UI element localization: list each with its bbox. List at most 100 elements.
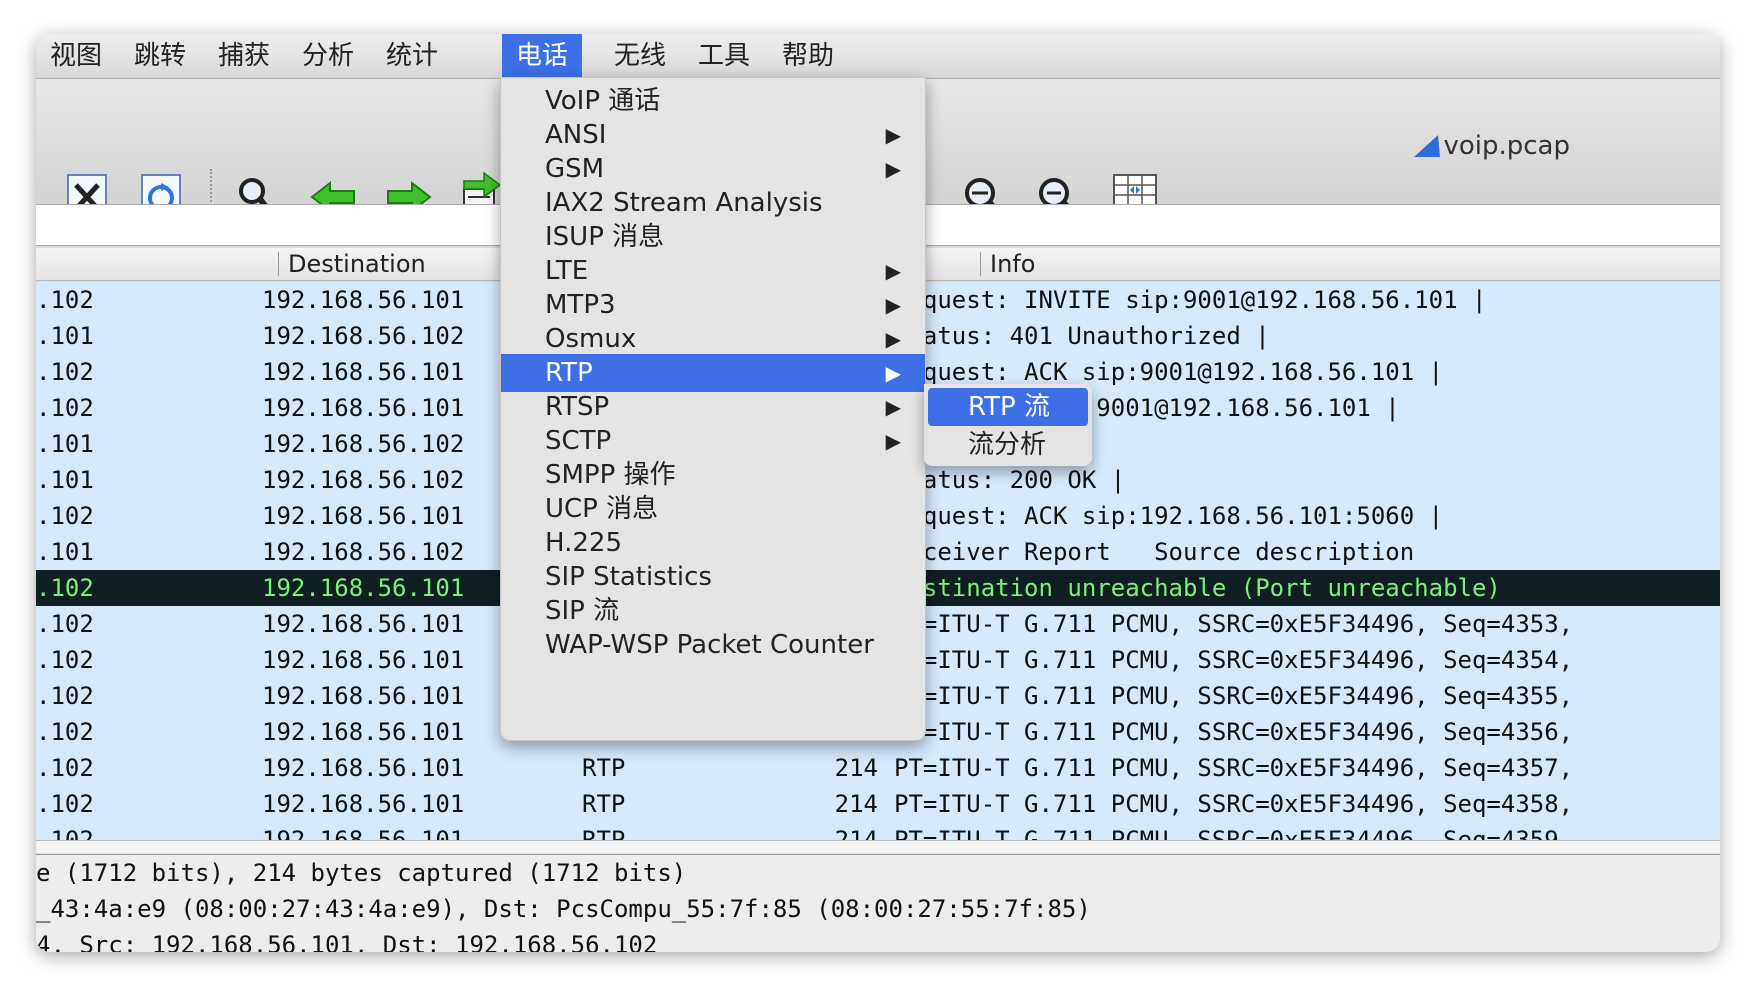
packet-destination: 192.168.56.101 <box>262 574 465 602</box>
packet-info: PT=ITU-T G.711 PCMU, SSRC=0xE5F34496, Se… <box>894 610 1574 638</box>
column-destination[interactable]: Destination <box>288 250 426 278</box>
rtp-streams-item[interactable]: RTP 流 <box>928 388 1088 426</box>
packet-info: Request: INVITE sip:9001@192.168.56.101 … <box>894 286 1487 314</box>
packet-length: 214 <box>834 790 878 818</box>
telephony-menu-item[interactable]: RTSP ▶ <box>501 388 925 426</box>
packet-destination: 192.168.56.101 <box>262 358 465 386</box>
stream-analysis-item[interactable]: 流分析 <box>928 426 1088 464</box>
menu-item-label: ANSI <box>545 120 607 150</box>
packet-info: Request: ACK sip:9001@192.168.56.101 | <box>894 358 1444 386</box>
packet-source: .101 <box>36 430 94 458</box>
menu-item-label: MTP3 <box>545 290 616 320</box>
column-info[interactable]: Info <box>990 250 1035 278</box>
telephony-menu-item[interactable]: SCTP ▶ <box>501 422 925 460</box>
menu-item-label: SIP Statistics <box>545 562 712 592</box>
menu-item-label: WAP-WSP Packet Counter <box>545 630 874 660</box>
packet-source: .102 <box>36 646 94 674</box>
packet-destination: 192.168.56.102 <box>262 430 465 458</box>
menu-item-label: RTSP <box>545 392 610 422</box>
wireshark-fin-icon <box>1414 135 1440 157</box>
submenu-arrow-icon: ▶ <box>885 123 901 147</box>
menu-item-label: SMPP 操作 <box>545 460 676 490</box>
submenu-arrow-icon: ▶ <box>885 429 901 453</box>
telephony-menu-item[interactable]: H.225 <box>501 524 925 562</box>
menu-capture[interactable]: 捕获 <box>204 34 284 78</box>
packet-info: Receiver Report Source description <box>894 538 1415 566</box>
menu-item-label: GSM <box>545 154 605 184</box>
menu-tools[interactable]: 工具 <box>684 34 764 78</box>
packet-source: .102 <box>36 718 94 746</box>
packet-details-pane: e (1712 bits), 214 bytes captured (1712 … <box>36 854 1720 952</box>
telephony-menu-item[interactable]: MTP3 ▶ <box>501 286 925 324</box>
submenu-arrow-icon: ▶ <box>885 361 901 385</box>
packet-destination: 192.168.56.101 <box>262 790 465 818</box>
menu-view[interactable]: 视图 <box>36 34 116 78</box>
telephony-menu-item[interactable]: SMPP 操作 <box>501 456 925 494</box>
packet-source: .102 <box>36 790 94 818</box>
packet-source: .102 <box>36 754 94 782</box>
menu-help[interactable]: 帮助 <box>768 34 848 78</box>
submenu-arrow-icon: ▶ <box>885 293 901 317</box>
menu-analyze[interactable]: 分析 <box>288 34 368 78</box>
packet-source: .101 <box>36 322 94 350</box>
packet-destination: 192.168.56.101 <box>262 754 465 782</box>
packet-info: PT=ITU-T G.711 PCMU, SSRC=0xE5F34496, Se… <box>894 790 1574 818</box>
packet-destination: 192.168.56.101 <box>262 682 465 710</box>
telephony-menu: VoIP 通话 ANSI ▶ GSM ▶ IAX2 Stream Analysis ISUP… <box>500 77 926 741</box>
packet-info: Request: ACK sip:192.168.56.101:5060 | <box>894 502 1444 530</box>
horizontal-scrollbar[interactable] <box>36 840 1720 853</box>
packet-info: Destination unreachable (Port unreachabl… <box>894 574 1501 602</box>
menu-item-label: Osmux <box>545 324 637 354</box>
menu-go[interactable]: 跳转 <box>120 34 200 78</box>
menu-item-label: RTP <box>545 358 593 388</box>
document-title: voip.pcap <box>1443 131 1570 161</box>
telephony-menu-item[interactable]: Osmux ▶ <box>501 320 925 358</box>
rtp-submenu: RTP 流 流分析 <box>924 384 1092 466</box>
packet-protocol: RTP <box>582 790 626 818</box>
packet-source: .102 <box>36 574 94 602</box>
menu-item-label: SIP 流 <box>545 596 620 626</box>
telephony-menu-item[interactable]: ANSI ▶ <box>501 116 925 154</box>
menu-item-label: VoIP 通话 <box>545 86 661 116</box>
packet-source: .102 <box>36 610 94 638</box>
telephony-menu-item[interactable]: WAP-WSP Packet Counter <box>501 626 925 664</box>
detail-ip-line[interactable]: 4, Src: 192.168.56.101, Dst: 192.168.56.… <box>36 931 657 952</box>
packet-source: .102 <box>36 358 94 386</box>
telephony-menu-item[interactable]: SIP 流 <box>501 592 925 630</box>
telephony-menu-item[interactable]: SIP Statistics <box>501 558 925 596</box>
submenu-arrow-icon: ▶ <box>885 157 901 181</box>
rtp-streams-label: RTP 流 <box>968 392 1050 422</box>
packet-info: PT=ITU-T G.711 PCMU, SSRC=0xE5F34496, Se… <box>894 718 1574 746</box>
telephony-menu-item[interactable]: ISUP 消息 <box>501 218 925 256</box>
detail-frame-line[interactable]: e (1712 bits), 214 bytes captured (1712 … <box>36 859 686 887</box>
packet-destination: 192.168.56.101 <box>262 394 465 422</box>
menu-item-label: IAX2 Stream Analysis <box>545 188 823 218</box>
packet-info: PT=ITU-T G.711 PCMU, SSRC=0xE5F34496, Se… <box>894 646 1574 674</box>
telephony-menu-item[interactable]: VoIP 通话 <box>501 82 925 120</box>
menu-item-label: LTE <box>545 256 589 286</box>
menu-item-label: H.225 <box>545 528 622 558</box>
menu-telephony[interactable]: 电话 <box>502 34 583 78</box>
telephony-menu-item[interactable]: IAX2 Stream Analysis <box>501 184 925 222</box>
column-separator <box>278 252 279 276</box>
packet-destination: 192.168.56.101 <box>262 610 465 638</box>
packet-destination: 192.168.56.101 <box>262 646 465 674</box>
packet-row[interactable]: .102 192.168.56.101 RTP 214 PT=ITU-T G.711 P… <box>36 750 1720 786</box>
telephony-menu-item[interactable]: RTP ▶ <box>501 354 925 392</box>
packet-info: PT=ITU-T G.711 PCMU, SSRC=0xE5F34496, Se… <box>894 682 1574 710</box>
detail-ethernet-line[interactable]: _43:4a:e9 (08:00:27:43:4a:e9), Dst: PcsC… <box>36 895 1091 923</box>
telephony-menu-item[interactable]: UCP 消息 <box>501 490 925 528</box>
submenu-arrow-icon: ▶ <box>885 395 901 419</box>
packet-source: .102 <box>36 286 94 314</box>
menu-statistics[interactable]: 统计 <box>372 34 452 78</box>
packet-source: .102 <box>36 394 94 422</box>
menu-item-label: ISUP 消息 <box>545 222 665 252</box>
column-separator <box>980 252 981 276</box>
telephony-menu-item[interactable]: GSM ▶ <box>501 150 925 188</box>
telephony-menu-item[interactable]: LTE ▶ <box>501 252 925 290</box>
menu-wireless[interactable]: 无线 <box>600 34 680 78</box>
packet-destination: 192.168.56.101 <box>262 502 465 530</box>
packet-row[interactable]: .102 192.168.56.101 RTP 214 PT=ITU-T G.711 P… <box>36 786 1720 822</box>
packet-destination: 192.168.56.102 <box>262 538 465 566</box>
packet-protocol: RTP <box>582 754 626 782</box>
